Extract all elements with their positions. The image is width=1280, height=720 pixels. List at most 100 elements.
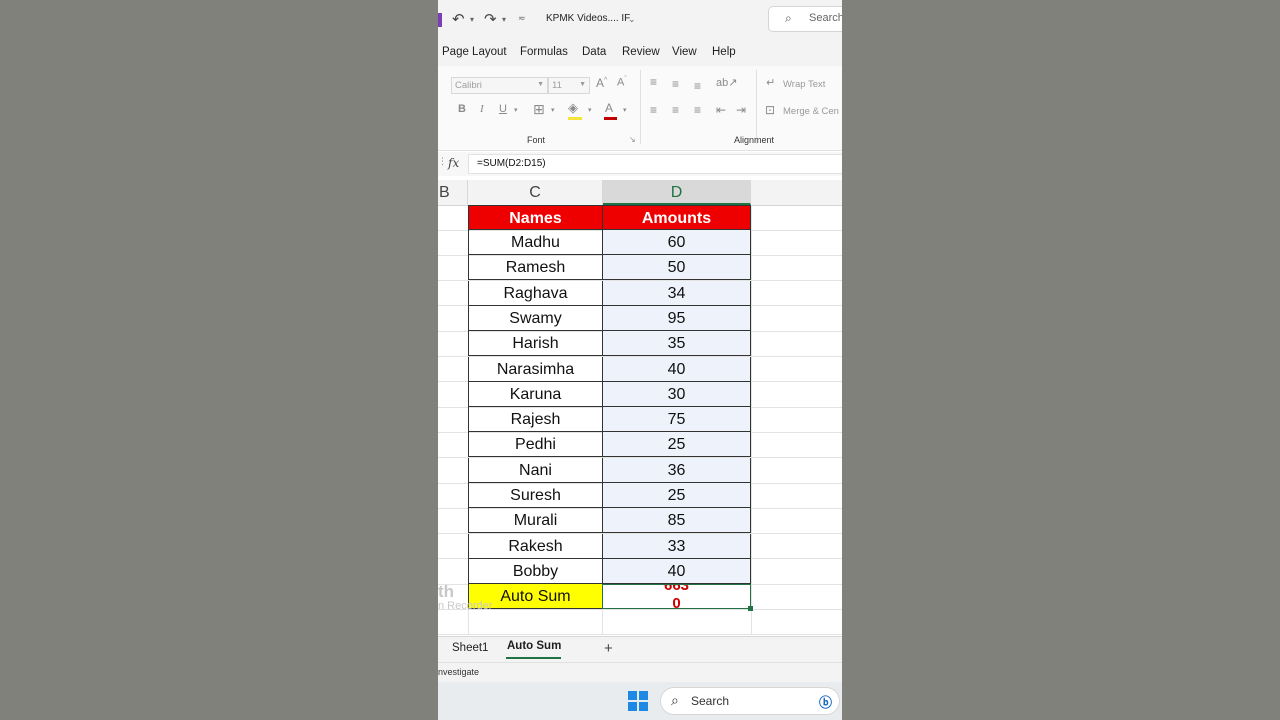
- amount-cell[interactable]: 50: [602, 255, 751, 281]
- font-color-swatch: [604, 117, 617, 120]
- name-cell[interactable]: Narasimha: [468, 356, 603, 382]
- font-size-dropdown[interactable]: 11 ▼: [548, 77, 590, 94]
- bold-icon[interactable]: B: [458, 103, 466, 115]
- column-header-d[interactable]: D: [603, 180, 751, 205]
- name-cell[interactable]: Swamy: [468, 305, 603, 331]
- align-top-icon[interactable]: ≡: [650, 75, 657, 89]
- amount-cell[interactable]: 34: [602, 280, 751, 306]
- customize-toolbar-icon[interactable]: ≂: [518, 13, 526, 24]
- font-dialog-launcher-icon[interactable]: ↘: [629, 135, 636, 144]
- tab-review[interactable]: Review: [622, 46, 660, 58]
- align-center-icon[interactable]: ≡: [672, 103, 679, 117]
- borders-icon[interactable]: ⊞: [533, 101, 545, 118]
- align-right-icon[interactable]: ≡: [694, 103, 701, 117]
- sheet-tab-auto-sum[interactable]: Auto Sum: [507, 640, 561, 652]
- name-cell[interactable]: Suresh: [468, 483, 603, 508]
- font-color-icon[interactable]: A: [605, 101, 613, 115]
- tab-data[interactable]: Data: [582, 46, 606, 58]
- column-header-e[interactable]: [751, 180, 842, 205]
- amount-cell[interactable]: 85: [602, 508, 751, 534]
- fill-color-icon[interactable]: ◈: [568, 100, 578, 116]
- merge-center-button[interactable]: Merge & Cen: [783, 106, 839, 117]
- wrap-text-icon[interactable]: ↵: [766, 76, 775, 89]
- wrap-text-button[interactable]: Wrap Text: [783, 79, 825, 90]
- align-bottom-icon[interactable]: ≡: [694, 79, 701, 93]
- borders-dropdown-icon[interactable]: ▾: [551, 106, 555, 114]
- name-cell[interactable]: Karuna: [468, 381, 603, 407]
- merge-center-icon[interactable]: ⊡: [765, 103, 775, 117]
- total-value-cell[interactable]: 663 0: [602, 584, 751, 610]
- name-cell[interactable]: Ramesh: [468, 255, 603, 281]
- ribbon-separator: [640, 70, 641, 144]
- font-name-dropdown[interactable]: Calibri ▼: [451, 77, 548, 94]
- amount-cell[interactable]: 30: [602, 381, 751, 407]
- name-cell[interactable]: Harish: [468, 331, 603, 357]
- increase-font-size-icon[interactable]: A^: [596, 76, 607, 90]
- add-sheet-button[interactable]: +: [604, 640, 613, 657]
- amount-cell[interactable]: 33: [602, 533, 751, 559]
- font-color-dropdown-icon[interactable]: ▾: [623, 106, 627, 114]
- undo-icon[interactable]: ↶: [452, 10, 465, 28]
- document-title[interactable]: KPMK Videos.... IF: [546, 13, 630, 24]
- amount-cell[interactable]: 75: [602, 407, 751, 433]
- undo-dropdown-icon[interactable]: ▾: [470, 15, 474, 24]
- taskbar-search-box[interactable]: ⌕ Search ⓑ: [660, 687, 840, 715]
- tab-view[interactable]: View: [672, 46, 697, 58]
- underline-dropdown-icon[interactable]: ▾: [514, 106, 518, 114]
- name-cell[interactable]: Nani: [468, 457, 603, 483]
- header-cell-names[interactable]: Names: [468, 205, 603, 230]
- column-header-b[interactable]: B: [438, 180, 468, 205]
- orientation-icon[interactable]: ab↗: [716, 76, 737, 89]
- amount-cell[interactable]: 25: [602, 483, 751, 508]
- amount-cell[interactable]: 25: [602, 432, 751, 458]
- accessibility-status[interactable]: nvestigate: [438, 667, 479, 677]
- name-cell[interactable]: Rajesh: [468, 407, 603, 433]
- name-cell[interactable]: Bobby: [468, 558, 603, 584]
- worksheet-grid[interactable]: B C D Names Amounts Madhu 60 Ramesh 50 Ragha…: [438, 180, 842, 636]
- amount-cell[interactable]: 36: [602, 457, 751, 483]
- active-sheet-indicator: [506, 657, 561, 659]
- amount-cell[interactable]: 40: [602, 356, 751, 382]
- name-cell[interactable]: Rakesh: [468, 533, 603, 559]
- title-search-box[interactable]: ⌕ Search: [768, 6, 842, 32]
- decrease-font-size-icon[interactable]: Aˇ: [617, 76, 627, 89]
- amount-cell[interactable]: 60: [602, 230, 751, 255]
- name-cell[interactable]: Madhu: [468, 230, 603, 255]
- increase-indent-icon[interactable]: ⇥: [736, 103, 746, 117]
- app-icon: [438, 13, 442, 27]
- total-value-line2: 0: [672, 595, 681, 610]
- fill-handle[interactable]: [748, 606, 753, 612]
- redo-dropdown-icon[interactable]: ▾: [502, 15, 506, 24]
- sheet-tab-sheet1[interactable]: Sheet1: [452, 642, 488, 654]
- tab-help[interactable]: Help: [712, 46, 736, 58]
- amount-cell[interactable]: 40: [602, 558, 751, 584]
- ribbon: Calibri ▼ 11 ▼ A^ Aˇ B I U ▾ ⊞ ▾ ◈ ▾ A ▾…: [438, 66, 842, 151]
- formula-input[interactable]: =SUM(D2:D15): [468, 154, 842, 174]
- ribbon-separator: [756, 70, 757, 144]
- name-box-edge[interactable]: ⋮: [438, 156, 447, 167]
- bing-icon[interactable]: ⓑ: [819, 692, 832, 711]
- tab-page-layout[interactable]: Page Layout: [442, 46, 507, 58]
- decrease-indent-icon[interactable]: ⇤: [716, 103, 726, 117]
- align-middle-icon[interactable]: ≡: [672, 77, 679, 91]
- tab-formulas[interactable]: Formulas: [520, 46, 568, 58]
- title-search-label: Search: [809, 12, 842, 24]
- name-cell[interactable]: Pedhi: [468, 432, 603, 458]
- header-cell-amounts[interactable]: Amounts: [602, 205, 751, 230]
- redo-icon[interactable]: ↷: [484, 10, 497, 28]
- amount-cell[interactable]: 95: [602, 305, 751, 331]
- italic-icon[interactable]: I: [480, 103, 484, 115]
- fill-color-dropdown-icon[interactable]: ▾: [588, 106, 592, 114]
- insert-function-button[interactable]: fx: [448, 156, 459, 170]
- font-size-value: 11: [552, 80, 562, 91]
- excel-window: ↶ ▾ ↷ ▾ ≂ KPMK Videos.... IF ⌄ ⌕ Search …: [438, 0, 842, 720]
- column-header-c[interactable]: C: [468, 180, 603, 205]
- fill-color-swatch: [568, 117, 582, 120]
- name-cell[interactable]: Raghava: [468, 280, 603, 306]
- align-left-icon[interactable]: ≡: [650, 103, 657, 117]
- windows-start-icon[interactable]: [628, 691, 648, 711]
- name-cell[interactable]: Murali: [468, 508, 603, 534]
- underline-icon[interactable]: U: [499, 103, 507, 115]
- title-chevron-down-icon[interactable]: ⌄: [628, 14, 636, 25]
- amount-cell[interactable]: 35: [602, 331, 751, 357]
